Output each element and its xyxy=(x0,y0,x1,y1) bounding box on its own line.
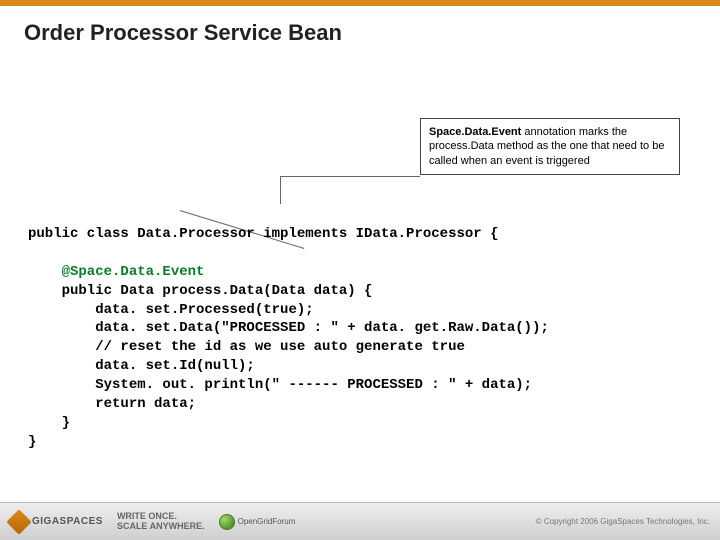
brand-name: GIGASPACES xyxy=(32,516,103,527)
code-block: public class Data.Processor implements I… xyxy=(28,225,692,452)
code-line: } xyxy=(28,415,70,431)
code-line: data. set.Processed(true); xyxy=(28,302,314,318)
code-line: // reset the id as we use auto generate … xyxy=(28,339,465,355)
globe-icon xyxy=(219,514,235,530)
copyright-text: © Copyright 2006 GigaSpaces Technologies… xyxy=(536,517,710,526)
callout-box: Space.Data.Event annotation marks the pr… xyxy=(420,118,680,175)
slide-title: Order Processor Service Bean xyxy=(0,6,720,52)
partner-label: OpenGridForum xyxy=(238,518,296,526)
callout-connector xyxy=(280,176,281,204)
brand-tagline: WRITE ONCE. SCALE ANYWHERE. xyxy=(117,512,205,532)
code-line: data. set.Data("PROCESSED : " + data. ge… xyxy=(28,320,549,336)
brand-logo: GIGASPACES xyxy=(10,513,103,531)
code-annotation: @Space.Data.Event xyxy=(28,264,204,280)
code-line: System. out. println(" ------ PROCESSED … xyxy=(28,377,532,393)
callout-lead: Space.Data.Event xyxy=(429,126,521,138)
cube-icon xyxy=(6,509,31,534)
code-line: data. set.Id(null); xyxy=(28,358,255,374)
code-line: } xyxy=(28,434,36,450)
code-line: return data; xyxy=(28,396,196,412)
footer-bar: GIGASPACES WRITE ONCE. SCALE ANYWHERE. O… xyxy=(0,502,720,540)
callout-connector xyxy=(280,176,420,177)
partner-logo: OpenGridForum xyxy=(219,514,296,530)
tagline-line2: SCALE ANYWHERE. xyxy=(117,522,205,532)
code-line: public Data process.Data(Data data) { xyxy=(28,283,372,299)
ogf-line1: OpenGridForum xyxy=(238,518,296,526)
code-line: public class Data.Processor implements I… xyxy=(28,226,498,242)
